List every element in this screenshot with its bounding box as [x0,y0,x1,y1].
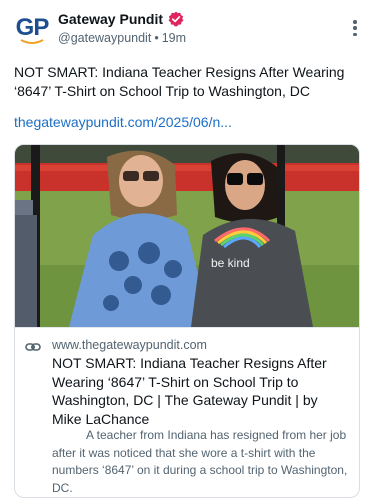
post-text: NOT SMART: Indiana Teacher Resigns After… [14,64,345,99]
post-link[interactable]: thegatewaypundit.com/2025/06/n... [14,114,232,130]
more-vertical-icon[interactable] [352,20,358,36]
verified-badge-icon [168,11,184,27]
card-title[interactable]: NOT SMART: Indiana Teacher Resigns After… [52,354,350,428]
post-timestamp[interactable]: 19m [162,31,186,45]
shirt-text: be kind [211,256,250,270]
card-domain: www.thegatewaypundit.com [52,338,207,352]
meta-separator: • [154,31,159,45]
author-meta: @gatewaypundit • 19m [58,31,186,45]
author-handle[interactable]: @gatewaypundit [58,31,151,45]
avatar-logo-text: GP [15,13,50,41]
author-name-row: Gateway Pundit [58,11,184,27]
avatar[interactable]: GP [14,12,50,48]
card-image[interactable]: be kind [15,145,359,327]
author-name[interactable]: Gateway Pundit [58,11,163,27]
card-description: A teacher from Indiana has resigned from… [52,428,348,495]
link-preview-card[interactable]: be kind www.thegatewaypundit.com NOT SMA… [14,144,360,498]
card-body: www.thegatewaypundit.com NOT SMART: Indi… [15,327,359,497]
post-header: GP Gateway Pundit @gatewaypundit • 19m [0,0,374,58]
link-icon [25,343,41,351]
avatar-swoosh [20,38,44,44]
